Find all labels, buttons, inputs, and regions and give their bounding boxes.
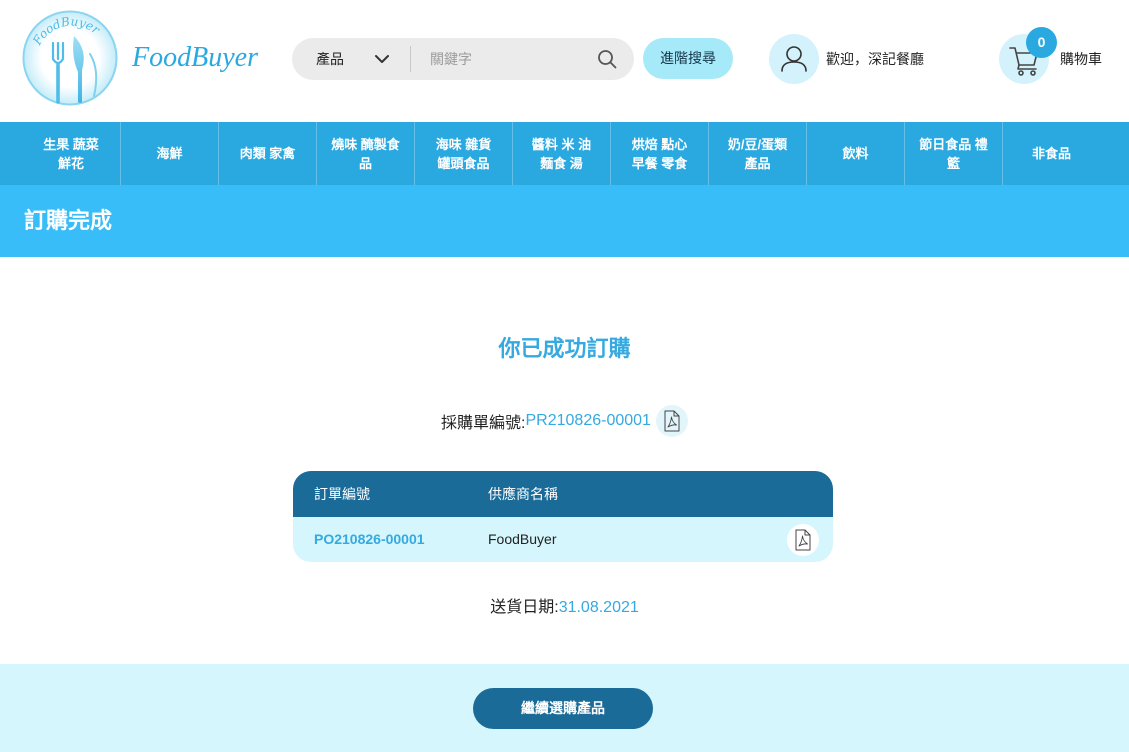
page-title: 訂購完成	[24, 208, 113, 233]
table-row: PO210826-00001 FoodBuyer	[293, 517, 833, 562]
nav-item-meat-poultry[interactable]: 肉類 家禽	[218, 122, 316, 185]
nav-item-label: 品	[358, 155, 372, 171]
nav-item-label: 醬料 米 油	[531, 136, 592, 152]
po-pdf-download-button[interactable]	[787, 524, 819, 556]
search-divider	[410, 46, 411, 72]
user-account-button[interactable]	[769, 34, 819, 84]
user-greeting: 歡迎，深記餐廳	[826, 51, 924, 67]
site-header: FoodBuyer FoodBuyer 產品 進階搜尋	[0, 0, 1129, 122]
nav-item-label: 海鮮	[156, 146, 183, 161]
nav-item-label: 籃	[946, 155, 960, 171]
nav-item-label: 奶/豆/蛋類	[727, 136, 788, 152]
pdf-icon	[664, 410, 680, 432]
table-header: 訂單編號 供應商名稱	[293, 471, 833, 517]
category-nav: 生果 蔬菜 鮮花 海鮮 肉類 家禽 燒味 醃製食 品 海味 雜貨 罐頭食品 醬料…	[0, 122, 1129, 185]
user-icon	[781, 46, 807, 72]
order-table: 訂單編號 供應商名稱 PO210826-00001 FoodBuyer	[293, 471, 833, 562]
pr-pdf-download-button[interactable]	[655, 405, 688, 437]
search-category-value: 產品	[316, 51, 344, 67]
delivery-date: 31.08.2021	[558, 599, 639, 616]
chevron-down-icon	[375, 55, 389, 63]
nav-item-label: 罐頭食品	[437, 155, 490, 171]
nav-item-roast-preserved-food[interactable]: 燒味 醃製食 品	[316, 122, 414, 185]
delivery-date-line: 送貨日期:31.08.2021	[0, 596, 1129, 620]
logo-wordmark[interactable]: FoodBuyer	[132, 41, 258, 75]
category-nav-list: 生果 蔬菜 鮮花 海鮮 肉類 家禽 燒味 醃製食 品 海味 雜貨 罐頭食品 醬料…	[22, 122, 1100, 185]
foodbuyer-logo[interactable]: FoodBuyer	[22, 10, 118, 106]
search-button[interactable]	[597, 49, 617, 69]
pr-number: PR210826-00001	[525, 412, 651, 429]
order-number-link[interactable]: PO210826-00001	[314, 517, 425, 562]
search-bar: 產品	[292, 38, 634, 80]
nav-item-label: 早餐 零食	[631, 155, 688, 171]
search-input[interactable]	[422, 38, 590, 80]
nav-item-label: 鮮花	[57, 155, 84, 171]
nav-item-fruit-vegetables-flowers[interactable]: 生果 蔬菜 鮮花	[22, 122, 120, 185]
column-header-order-no: 訂單編號	[314, 486, 370, 502]
nav-item-bakery-snacks-breakfast[interactable]: 烘焙 點心 早餐 零食	[610, 122, 708, 185]
nav-item-label: 非食品	[1031, 146, 1071, 161]
supplier-name: FoodBuyer	[488, 531, 557, 547]
success-heading: 你已成功訂購	[498, 336, 631, 361]
page-title-banner: 訂購完成	[0, 185, 1129, 257]
column-header-supplier: 供應商名稱	[488, 486, 558, 502]
order-confirmation: 你已成功訂購 採購單編號: PR210826-00001 訂單編號 供應商名稱 P…	[0, 257, 1129, 664]
purchase-request-line: 採購單編號: PR210826-00001	[0, 405, 1129, 437]
continue-shopping-button[interactable]: 繼續選購產品	[473, 688, 653, 729]
search-icon	[598, 50, 617, 69]
pr-label: 採購單編號:	[441, 415, 526, 432]
nav-item-label: 生果 蔬菜	[43, 136, 99, 152]
nav-item-dried-seafood-groceries-canned[interactable]: 海味 雜貨 罐頭食品	[414, 122, 512, 185]
nav-item-beverages[interactable]: 飲料	[806, 122, 904, 185]
pdf-icon	[795, 529, 811, 551]
nav-item-seafood[interactable]: 海鮮	[120, 122, 218, 185]
cart-label[interactable]: 購物車	[1060, 50, 1102, 68]
nav-item-non-food[interactable]: 非食品	[1002, 122, 1100, 185]
nav-item-label: 燒味 醃製食	[331, 136, 400, 152]
nav-item-sauces-rice-oil-noodles-soup[interactable]: 醬料 米 油 麵食 湯	[512, 122, 610, 185]
nav-item-label: 海味 雜貨	[435, 136, 492, 152]
fork-knife-logo-icon: FoodBuyer	[22, 10, 118, 106]
delivery-label: 送貨日期:	[490, 599, 559, 616]
nav-item-label: 麵食 湯	[540, 155, 583, 171]
cart-count-badge: 0	[1026, 27, 1057, 58]
nav-item-label: 節日食品 禮	[919, 136, 988, 152]
nav-item-label: 烘焙 點心	[631, 136, 688, 152]
search-category-select[interactable]: 產品	[292, 38, 410, 80]
nav-item-festive-food-hampers[interactable]: 節日食品 禮 籃	[904, 122, 1002, 185]
nav-item-label: 飲料	[842, 146, 869, 161]
nav-item-dairy-soy-egg[interactable]: 奶/豆/蛋類 產品	[708, 122, 806, 185]
nav-item-label: 肉類 家禽	[239, 146, 296, 161]
nav-item-label: 產品	[744, 155, 771, 171]
page-footer-actions: 繼續選購產品	[0, 664, 1129, 752]
advanced-search-button[interactable]: 進階搜尋	[643, 38, 733, 79]
